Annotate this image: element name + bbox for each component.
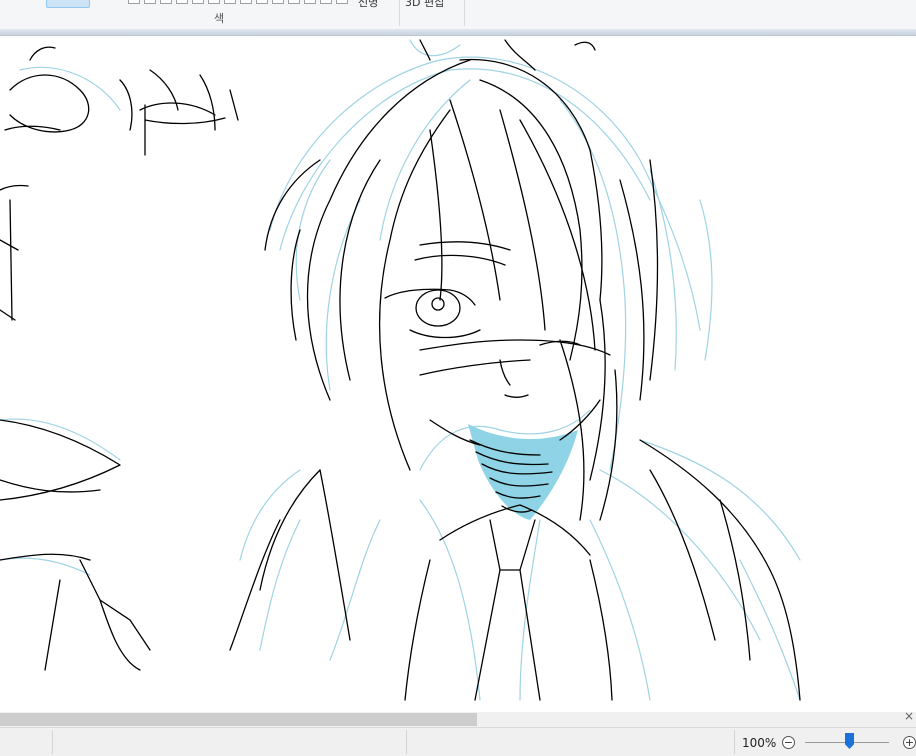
color-swatch[interactable] (176, 0, 188, 4)
status-divider (406, 730, 407, 754)
color-swatch[interactable] (336, 0, 348, 4)
ribbon-separator (464, 0, 465, 26)
zoom-in-icon[interactable]: + (903, 736, 916, 749)
zoom-level: 100% (742, 736, 777, 750)
scroll-right-icon[interactable]: × (904, 709, 914, 723)
color-swatch[interactable] (240, 0, 252, 4)
paint3d-label[interactable]: 3D 편집 (405, 0, 444, 10)
sketch-guide-lines (0, 39, 801, 701)
color-swatch[interactable] (288, 0, 300, 4)
ribbon-bottom-edge (0, 29, 916, 36)
color-palette (128, 0, 354, 4)
scrollbar-thumb[interactable] (0, 713, 477, 726)
edit-colors-label[interactable]: 선명 (358, 0, 378, 10)
color-swatch[interactable] (160, 0, 172, 4)
zoom-slider-thumb[interactable] (845, 733, 854, 749)
status-divider (734, 730, 735, 754)
color-swatch[interactable] (128, 0, 140, 4)
ribbon: 선명 3D 편집 색 (0, 0, 916, 30)
horizontal-scrollbar[interactable]: × (0, 709, 916, 727)
status-divider (52, 730, 53, 754)
color-swatch[interactable] (272, 0, 284, 4)
ink-line-art (0, 39, 801, 701)
color-swatch[interactable] (256, 0, 268, 4)
zoom-out-icon[interactable]: − (782, 736, 795, 749)
status-bar: 100% − + (0, 727, 916, 756)
ribbon-separator (399, 0, 400, 26)
color-swatch[interactable] (192, 0, 204, 4)
drawing-canvas[interactable] (0, 36, 916, 712)
colors-group-label: 색 (214, 12, 225, 25)
color-swatch[interactable] (144, 0, 156, 4)
color-swatch[interactable] (208, 0, 220, 4)
color-swatch[interactable] (224, 0, 236, 4)
selected-tool-button[interactable] (46, 0, 90, 8)
color-swatch[interactable] (304, 0, 316, 4)
sketch-artwork (0, 39, 801, 701)
color-swatch[interactable] (320, 0, 332, 4)
